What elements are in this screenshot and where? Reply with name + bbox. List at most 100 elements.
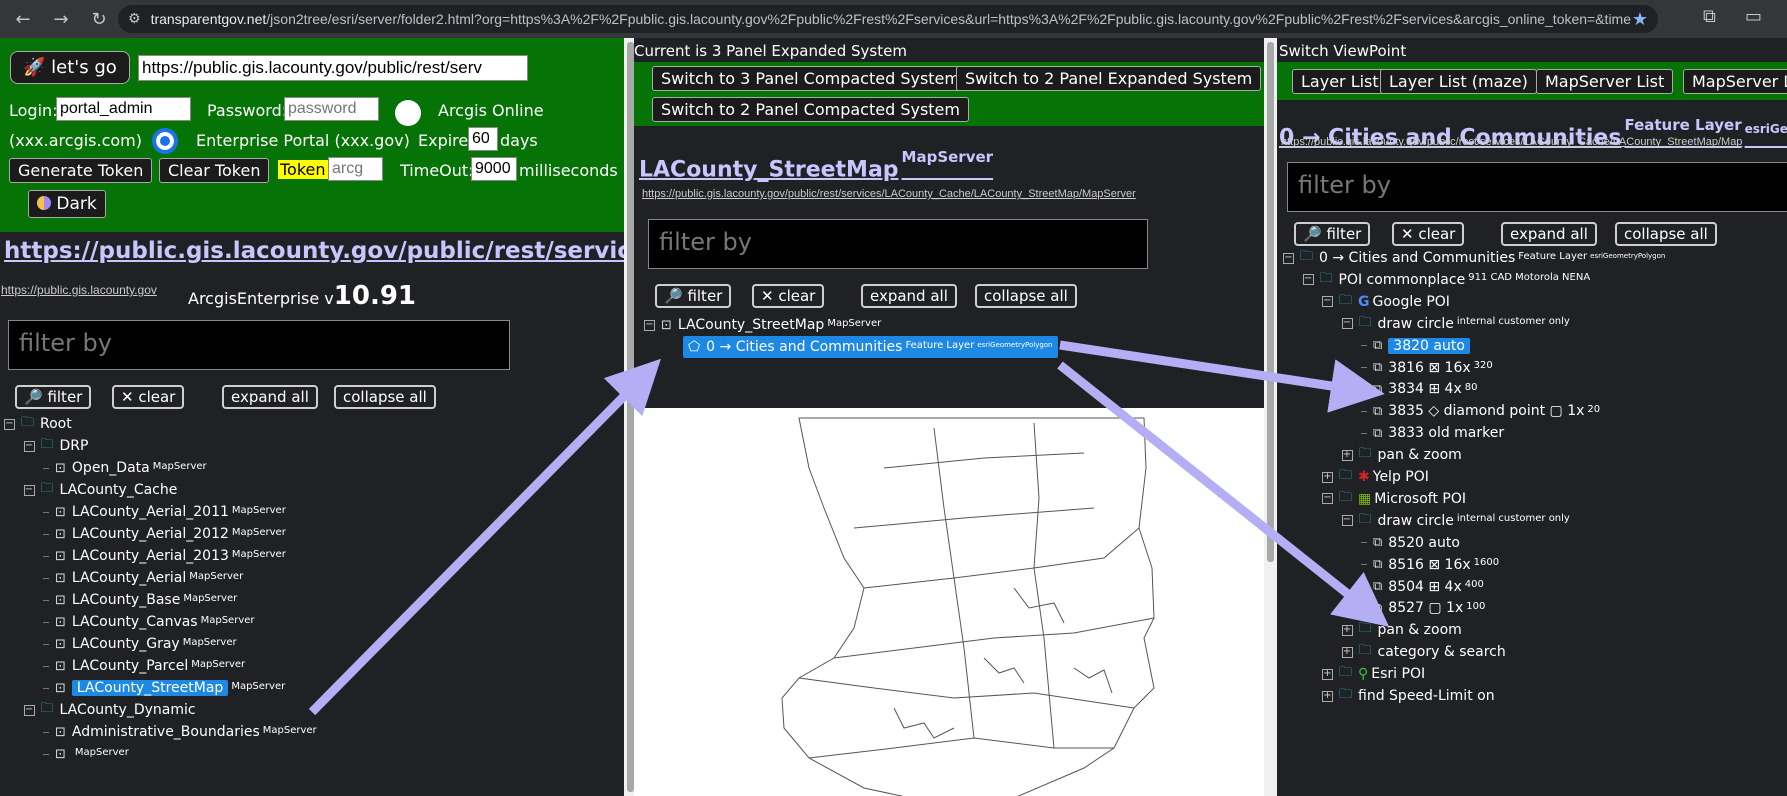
scrollbar-thumb[interactable] xyxy=(1267,42,1274,562)
collapse-toggle[interactable]: − xyxy=(644,319,655,331)
expand-toggle[interactable]: + xyxy=(1341,646,1353,658)
tree-node[interactable]: − 🗀 LACounty_Cache xyxy=(23,479,177,501)
site-info-icon[interactable]: ⚙ xyxy=(128,11,141,27)
tree-node[interactable]: ⧉ 3835 ◇ diamond point ▢ 1x 20 xyxy=(1361,400,1600,422)
tree-node[interactable]: ⊡ LACounty_Aerial_2011 MapServer xyxy=(43,501,286,523)
tree-node[interactable]: + 🗀 ✱ Yelp POI xyxy=(1322,466,1429,488)
tree-node[interactable]: ⧉ 3816 ⊠ 16x 320 xyxy=(1361,357,1493,379)
back-icon[interactable]: ← xyxy=(8,4,38,34)
tree-node[interactable]: ⊡ LACounty_Base MapServer xyxy=(43,589,237,611)
expand-toggle[interactable]: + xyxy=(1322,690,1333,702)
scrollbar-thumb[interactable] xyxy=(627,42,634,792)
tree-node[interactable]: ⊡ Open_Data MapServer xyxy=(43,457,207,479)
map-preview[interactable] xyxy=(634,408,1264,796)
expand-toggle[interactable]: + xyxy=(1322,668,1333,680)
tree-node[interactable]: − 🗀 G Google POI xyxy=(1322,291,1450,313)
clear-button[interactable]: ✕ clear xyxy=(752,284,825,308)
expand-toggle[interactable]: + xyxy=(1341,624,1353,636)
collapse-toggle[interactable]: − xyxy=(1322,493,1333,505)
url-input[interactable] xyxy=(138,55,528,81)
tree-node[interactable]: ⧉ 8504 ⊞ 4x 400 xyxy=(1361,576,1484,598)
expand-toggle[interactable]: + xyxy=(1322,471,1333,483)
tree-node[interactable]: ⊡ LACounty_Canvas MapServer xyxy=(43,611,255,633)
tree-node[interactable]: + 🗀 find Speed-Limit on xyxy=(1322,685,1495,707)
layer-node-selected[interactable]: ⬠ 0 → Cities and Communities Feature Laye… xyxy=(683,336,1058,358)
tree-node[interactable]: + 🗀 pan & zoom xyxy=(1341,444,1462,466)
clear-button[interactable]: ✕ clear xyxy=(1392,222,1465,246)
switch-2-compact-button[interactable]: Switch to 2 Panel Compacted System xyxy=(652,97,969,122)
tree-node[interactable]: − 🗀 draw circle internal customer only xyxy=(1341,313,1570,335)
filter-input[interactable]: filter by xyxy=(648,219,1148,269)
tree-node[interactable]: ⧉ 3820 auto xyxy=(1361,335,1470,357)
timeout-input[interactable] xyxy=(471,157,517,181)
clear-token-button[interactable]: Clear Token xyxy=(159,158,270,183)
tree-node[interactable]: ⧉ 8520 auto xyxy=(1361,532,1460,554)
tree-node[interactable]: − 🗀 POI commonplace 911 CAD Motorola NENA xyxy=(1302,269,1590,291)
scrollbar-middle[interactable] xyxy=(1264,38,1277,796)
mapserver-list-2-button[interactable]: MapServer L xyxy=(1683,69,1787,94)
collapse-toggle[interactable]: − xyxy=(4,418,15,430)
address-bar[interactable]: ⚙ transparentgov.net/json2tree/esri/serv… xyxy=(118,5,1658,33)
expand-all-button[interactable]: expand all xyxy=(861,284,957,308)
tree-node[interactable]: − 🗀 draw circle internal customer only xyxy=(1341,510,1570,532)
tree-node[interactable]: ⧉ 8527 ▢ 1x 100 xyxy=(1361,597,1485,619)
tree-node[interactable]: ⊡ LACounty_StreetMap MapServer xyxy=(43,677,285,699)
collapse-all-button[interactable]: collapse all xyxy=(334,385,436,409)
layer-list-button[interactable]: Layer List xyxy=(1292,69,1388,94)
tree-node[interactable]: − 🗀 ▦ Microsoft POI xyxy=(1322,488,1466,510)
collapse-toggle[interactable]: − xyxy=(1341,515,1353,527)
collapse-toggle[interactable]: − xyxy=(1322,296,1333,308)
switch-3-compact-button[interactable]: Switch to 3 Panel Compacted System xyxy=(652,66,969,91)
tree-node[interactable]: ⊡ LACounty_Parcel MapServer xyxy=(43,655,245,677)
collapse-all-button[interactable]: collapse all xyxy=(975,284,1077,308)
server-title[interactable]: LACounty_StreetMapMapServer xyxy=(639,148,993,182)
tree-node[interactable]: − 🗀 Root xyxy=(4,413,72,435)
filter-button[interactable]: 🔎 filter xyxy=(1294,222,1371,246)
collapse-toggle[interactable]: − xyxy=(23,440,35,452)
collapse-toggle[interactable]: − xyxy=(1341,318,1353,330)
tree-node[interactable]: + 🗀 category & search xyxy=(1341,641,1506,663)
tree-node[interactable]: − 🗀 DRP xyxy=(23,435,88,457)
expand-all-button[interactable]: expand all xyxy=(222,385,318,409)
filter-input[interactable]: filter by xyxy=(8,320,510,370)
tree-node[interactable]: ⧉ 3833 old marker xyxy=(1361,422,1504,444)
arcgis-online-radio[interactable] xyxy=(395,100,421,126)
tree-node[interactable]: ⊡ LACounty_Aerial_2013 MapServer xyxy=(43,545,286,567)
lets-go-button[interactable]: 🚀 let's go xyxy=(10,51,130,84)
password-input[interactable] xyxy=(284,97,379,121)
expand-toggle[interactable]: + xyxy=(1341,449,1353,461)
login-input[interactable] xyxy=(56,97,191,121)
expand-all-button[interactable]: expand all xyxy=(1501,222,1597,246)
services-title[interactable]: https://public.gis.lacounty.gov/public/r… xyxy=(4,238,624,264)
tree-node[interactable]: ⊡ LACounty_Aerial MapServer xyxy=(43,567,243,589)
expire-input[interactable] xyxy=(468,127,498,151)
tree-node[interactable]: ⧉ 8516 ⊠ 16x 1600 xyxy=(1361,554,1499,576)
server-link[interactable]: https://public.gis.lacounty.gov/public/r… xyxy=(642,188,1136,200)
switch-2-expanded-button[interactable]: Switch to 2 Panel Expanded System xyxy=(956,66,1262,91)
tree-node[interactable]: + 🗀 pan & zoom xyxy=(1341,619,1462,641)
collapse-toggle[interactable]: − xyxy=(1302,274,1314,286)
tree-node[interactable]: ⧉ 3834 ⊞ 4x 80 xyxy=(1361,378,1477,400)
forward-icon[interactable]: → xyxy=(46,4,76,34)
filter-button[interactable]: 🔎 filter xyxy=(15,385,92,409)
extensions-icon[interactable]: ⧉ xyxy=(1703,6,1716,27)
filter-input[interactable]: filter by xyxy=(1287,162,1787,212)
dark-mode-toggle[interactable]: Dark xyxy=(28,190,106,218)
collapse-toggle[interactable]: − xyxy=(1283,252,1294,264)
sidebar-icon[interactable]: ▭ xyxy=(1745,6,1762,27)
reload-icon[interactable]: ↻ xyxy=(84,4,114,34)
collapse-all-button[interactable]: collapse all xyxy=(1615,222,1717,246)
host-link[interactable]: https://public.gis.lacounty.gov xyxy=(1,283,157,297)
layer-link[interactable]: https://public.gis.lacounty.gov/public/r… xyxy=(1281,136,1742,148)
collapse-toggle[interactable]: − xyxy=(23,484,35,496)
layer-list-maze-button[interactable]: Layer List (maze) xyxy=(1380,69,1537,94)
enterprise-radio[interactable] xyxy=(152,128,178,154)
mapserver-list-button[interactable]: MapServer List xyxy=(1536,69,1674,94)
tree-node[interactable]: ⊡ MapServer xyxy=(43,743,129,765)
tree-node[interactable]: ⊡ Administrative_Boundaries MapServer xyxy=(43,721,317,743)
generate-token-button[interactable]: Generate Token xyxy=(9,158,153,183)
clear-button[interactable]: ✕ clear xyxy=(112,385,185,409)
tree-node[interactable]: − 🗀 0 → Cities and Communities Feature Laye… xyxy=(1283,247,1665,269)
collapse-toggle[interactable]: − xyxy=(23,704,35,716)
bookmark-star-icon[interactable]: ★ xyxy=(1632,9,1648,30)
